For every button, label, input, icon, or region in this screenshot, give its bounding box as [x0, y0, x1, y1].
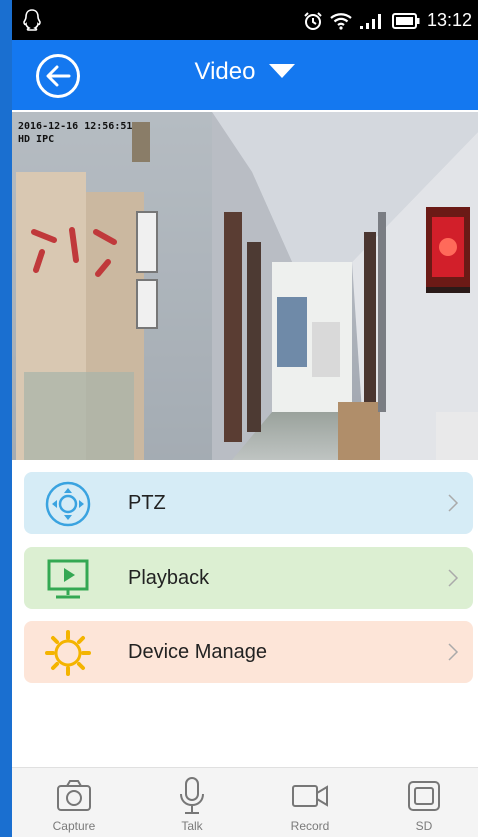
chevron-right-icon	[448, 643, 459, 661]
tab-label: SD	[415, 819, 433, 833]
gear-icon	[45, 630, 91, 676]
signal-icon	[359, 13, 381, 29]
video-title-dropdown[interactable]: Video	[12, 58, 478, 86]
alarm-icon	[304, 11, 322, 30]
page-title: Video	[194, 58, 256, 85]
menu-item-device-manage[interactable]: Device Manage	[24, 621, 473, 683]
video-frame-image	[12, 112, 478, 460]
menu-item-label: PTZ	[128, 492, 166, 514]
phone-screen: 13:12 Video 2016-12-16 12:56:51 HD IPC P…	[12, 0, 478, 837]
video-osd: 2016-12-16 12:56:51 HD IPC	[18, 120, 132, 146]
video-timestamp: 2016-12-16 12:56:51	[18, 121, 133, 132]
menu-item-playback[interactable]: Playback	[24, 547, 473, 609]
tab-talk[interactable]: Talk	[152, 768, 232, 837]
menu-item-label: Device Manage	[128, 641, 267, 663]
app-bar: Video	[12, 40, 478, 110]
caret-down-icon	[269, 63, 296, 78]
sd-card-icon	[408, 781, 440, 811]
video-channel: HD IPC	[18, 134, 55, 145]
status-bar: 13:12	[12, 0, 478, 40]
qq-icon	[23, 9, 41, 31]
tab-label: Capture	[52, 819, 96, 833]
tab-label: Talk	[181, 819, 203, 833]
menu-item-ptz[interactable]: PTZ	[24, 472, 473, 534]
microphone-icon	[180, 777, 204, 814]
chevron-right-icon	[448, 569, 459, 587]
battery-icon	[391, 12, 420, 29]
wifi-icon	[330, 12, 352, 30]
menu-item-label: Playback	[128, 567, 210, 589]
ptz-icon	[45, 481, 91, 527]
chevron-right-icon	[448, 494, 459, 512]
video-camera-icon	[292, 785, 328, 807]
tab-label: Record	[290, 819, 330, 833]
bottom-toolbar: Capture Talk Record SD	[12, 767, 478, 837]
camera-icon	[57, 780, 91, 811]
tab-record[interactable]: Record	[270, 768, 350, 837]
tab-sd[interactable]: SD	[384, 768, 464, 837]
tab-capture[interactable]: Capture	[34, 768, 114, 837]
playback-monitor-icon	[47, 559, 89, 599]
status-time: 13:12	[426, 10, 472, 30]
video-feed[interactable]: 2016-12-16 12:56:51 HD IPC	[12, 112, 478, 460]
